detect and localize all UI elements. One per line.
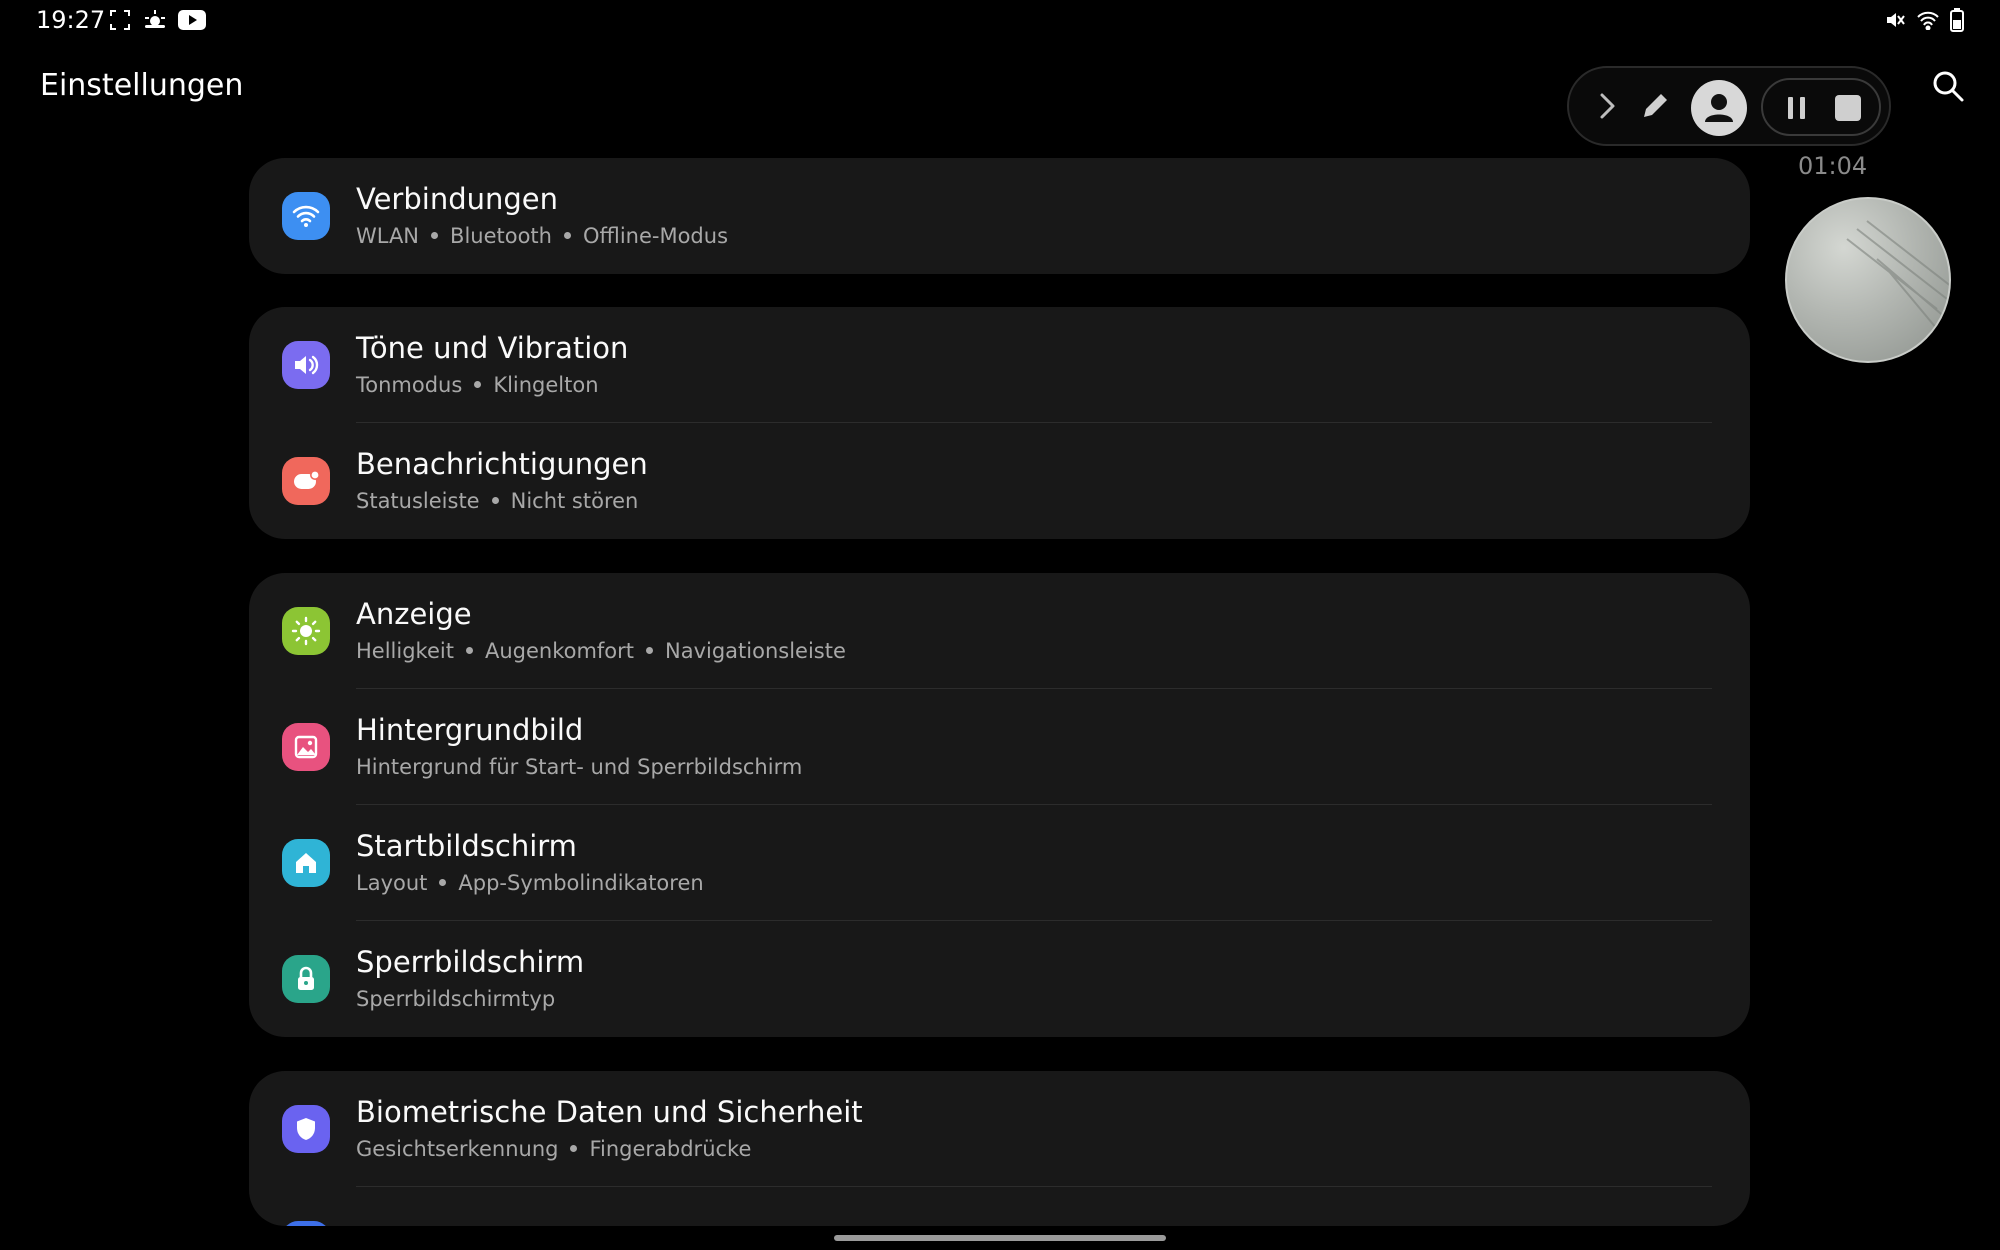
settings-group-2: Töne und Vibration Tonmodus Klingelton Be…: [249, 307, 1750, 539]
pause-icon: [1788, 97, 1805, 119]
shield-icon: [282, 1105, 330, 1153]
item-subtitle: Sperrbildschirmtyp: [356, 987, 556, 1011]
settings-item-partial[interactable]: [249, 1187, 1750, 1226]
speaker-icon: [282, 341, 330, 389]
item-title: Biometrische Daten und Sicherheit: [356, 1095, 863, 1129]
status-left-icons: [108, 8, 206, 32]
youtube-icon: [178, 10, 206, 30]
item-title: Benachrichtigungen: [356, 447, 648, 481]
settings-group-4: Biometrische Daten und Sicherheit Gesich…: [249, 1071, 1750, 1226]
item-subtitle: Helligkeit Augenkomfort Navigationsleiste: [356, 639, 846, 663]
selfie-camera-preview[interactable]: [1785, 197, 1951, 363]
notification-icon: [282, 457, 330, 505]
draw-button[interactable]: [1637, 88, 1673, 124]
battery-icon: [1950, 8, 1964, 32]
settings-item-benachrichtigungen[interactable]: Benachrichtigungen Statusleiste Nicht stö…: [249, 423, 1750, 539]
selfie-camera-button[interactable]: [1691, 80, 1747, 136]
wifi-status-icon: [1917, 11, 1939, 30]
navigation-home-bar[interactable]: [834, 1235, 1166, 1241]
item-title: Töne und Vibration: [356, 331, 629, 365]
item-title: Startbildschirm: [356, 829, 577, 863]
image-icon: [282, 723, 330, 771]
item-subtitle: Layout App-Symbolindikatoren: [356, 871, 704, 895]
item-title: Hintergrundbild: [356, 713, 584, 747]
stop-button[interactable]: [1835, 95, 1861, 121]
status-bar: 19:27: [0, 0, 2000, 42]
search-button[interactable]: [1930, 68, 1966, 104]
screen-recorder-toolbar[interactable]: [1567, 66, 1891, 146]
lock-icon: [282, 955, 330, 1003]
item-subtitle: WLAN Bluetooth Offline-Modus: [356, 224, 729, 248]
camera-feed-texture: [1846, 220, 1949, 330]
expand-button[interactable]: [1591, 90, 1623, 122]
mute-icon: [1887, 13, 1905, 27]
pencil-icon: [1644, 94, 1667, 117]
settings-item-hintergrundbild[interactable]: Hintergrundbild Hintergrund für Start- u…: [249, 689, 1750, 805]
settings-item-startbildschirm[interactable]: Startbildschirm Layout App-Symbolindikato…: [249, 805, 1750, 921]
status-right-icons: [1884, 8, 1964, 32]
settings-item-anzeige[interactable]: Anzeige Helligkeit Augenkomfort Navigation…: [249, 573, 1750, 689]
item-title: Anzeige: [356, 597, 472, 631]
settings-group-1: Verbindungen WLAN Bluetooth Offline-Modus: [249, 158, 1750, 274]
item-subtitle: Gesichtserkennung Fingerabdrücke: [356, 1137, 752, 1161]
item-title: Verbindungen: [356, 182, 558, 216]
item-subtitle: Tonmodus Klingelton: [356, 373, 599, 397]
wifi-icon: [282, 192, 330, 240]
item-subtitle: Statusleiste Nicht stören: [356, 489, 639, 513]
screenshot-frame-icon: [110, 10, 130, 30]
status-time: 19:27: [36, 6, 106, 34]
weather-icon: [145, 10, 165, 28]
person-icon: [1705, 94, 1733, 122]
partial-item-icon: [282, 1221, 330, 1226]
page-title: Einstellungen: [40, 68, 244, 103]
sun-icon: [282, 607, 330, 655]
settings-item-sperrbildschirm[interactable]: Sperrbildschirm Sperrbildschirmtyp: [249, 921, 1750, 1037]
pause-button[interactable]: [1783, 94, 1811, 122]
home-icon: [282, 839, 330, 887]
settings-item-verbindungen[interactable]: Verbindungen WLAN Bluetooth Offline-Modus: [249, 158, 1750, 274]
item-title: Sperrbildschirm: [356, 945, 585, 979]
recording-controls: [1761, 78, 1881, 136]
search-icon: [1933, 71, 1964, 102]
settings-item-biometrie[interactable]: Biometrische Daten und Sicherheit Gesich…: [249, 1071, 1750, 1187]
item-subtitle: Hintergrund für Start- und Sperrbildschi…: [356, 755, 803, 779]
settings-item-toene[interactable]: Töne und Vibration Tonmodus Klingelton: [249, 307, 1750, 423]
settings-group-3: Anzeige Helligkeit Augenkomfort Navigation…: [249, 573, 1750, 1037]
chevron-right-icon: [1600, 93, 1615, 119]
recording-timer: 01:04: [1798, 152, 1868, 180]
